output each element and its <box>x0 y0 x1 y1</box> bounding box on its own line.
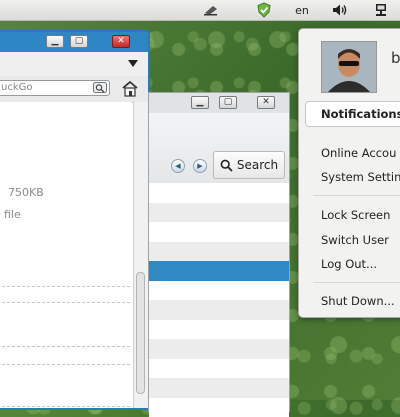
list-item[interactable] <box>149 261 289 281</box>
vertical-scrollbar[interactable] <box>133 102 148 408</box>
list-divider <box>2 302 130 303</box>
browser-toolbar <box>0 52 148 77</box>
maximize-button[interactable]: ▢ <box>70 35 88 48</box>
lock-screen-item[interactable]: Lock Screen <box>321 208 390 222</box>
computer-icon <box>374 3 388 17</box>
list-item[interactable] <box>149 281 289 301</box>
search-engine-icon[interactable] <box>93 82 107 93</box>
volume-indicator[interactable] <box>329 0 351 20</box>
language-label: en <box>295 4 309 17</box>
close-icon: ✕ <box>117 37 125 46</box>
keyboard-layout-indicator[interactable]: en <box>288 0 316 20</box>
home-icon[interactable] <box>121 80 139 97</box>
file-manager-window: ▁ ▢ ✕ ◀ ▶ Search <box>148 92 290 412</box>
screenshot-indicator[interactable] <box>200 0 222 20</box>
switch-user-item[interactable]: Switch User <box>321 233 389 247</box>
back-button[interactable]: ◀ <box>171 159 185 173</box>
speaker-icon <box>332 3 348 17</box>
security-indicator[interactable] <box>253 0 275 20</box>
search-button[interactable]: Search <box>213 151 285 179</box>
dropdown-arrow-icon[interactable] <box>128 60 138 67</box>
list-item[interactable] <box>149 398 289 417</box>
minimize-icon: ▁ <box>197 98 204 107</box>
list-item[interactable] <box>149 359 289 379</box>
scrollbar-thumb[interactable] <box>136 272 145 394</box>
log-out-item[interactable]: Log Out... <box>321 257 377 271</box>
notifications-label: Notifications <box>321 107 400 121</box>
close-icon: ✕ <box>262 98 270 107</box>
minimize-button[interactable]: ▁ <box>191 96 209 109</box>
close-button[interactable]: ✕ <box>257 96 275 109</box>
list-item[interactable] <box>149 339 289 359</box>
list-item[interactable] <box>149 203 289 223</box>
list-item[interactable] <box>149 183 289 203</box>
back-arrow-icon: ◀ <box>175 162 180 170</box>
file-size-text: 750KB <box>8 186 44 199</box>
list-item[interactable] <box>149 300 289 320</box>
search-icon <box>220 159 233 172</box>
list-divider <box>2 286 130 287</box>
system-menu-indicator[interactable] <box>370 0 392 20</box>
list-item[interactable] <box>149 242 289 262</box>
menu-separator <box>313 282 400 283</box>
list-divider <box>2 406 130 407</box>
close-button[interactable]: ✕ <box>112 35 130 48</box>
top-panel: en <box>0 0 400 21</box>
file-manager-titlebar[interactable]: ▁ ▢ ✕ <box>149 93 289 114</box>
shield-check-icon <box>256 2 272 18</box>
user-photo-icon <box>322 42 376 92</box>
shut-down-item[interactable]: Shut Down... <box>321 294 395 308</box>
minimize-icon: ▁ <box>52 37 59 46</box>
system-menu: b Notifications Online Accou System Sett… <box>298 28 400 318</box>
maximize-button[interactable]: ▢ <box>219 96 237 109</box>
file-label-text: file <box>4 208 21 221</box>
list-item[interactable] <box>149 320 289 340</box>
search-label: Search <box>237 158 278 172</box>
system-settings-item[interactable]: System Settin <box>321 170 400 184</box>
menu-separator <box>313 195 400 196</box>
list-divider <box>2 346 130 347</box>
camera-icon <box>203 4 219 16</box>
search-bar-row: uckGo <box>0 76 148 103</box>
maximize-icon: ▢ <box>75 37 84 46</box>
forward-button[interactable]: ▶ <box>193 159 207 173</box>
download-list: 750KB file <box>0 102 132 408</box>
forward-arrow-icon: ▶ <box>197 162 202 170</box>
list-divider <box>2 364 130 365</box>
list-item[interactable] <box>149 222 289 242</box>
file-list <box>149 183 289 417</box>
user-name: b <box>391 49 400 67</box>
maximize-icon: ▢ <box>224 98 233 107</box>
browser-titlebar[interactable]: ▁ ▢ ✕ <box>0 32 148 52</box>
list-item[interactable] <box>149 378 289 398</box>
avatar <box>321 41 377 93</box>
file-manager-toolbar: ◀ ▶ Search <box>149 113 289 184</box>
browser-window: ▁ ▢ ✕ uckGo 750KB file <box>0 30 150 410</box>
online-accounts-item[interactable]: Online Accou <box>321 146 396 160</box>
minimize-button[interactable]: ▁ <box>46 35 64 48</box>
